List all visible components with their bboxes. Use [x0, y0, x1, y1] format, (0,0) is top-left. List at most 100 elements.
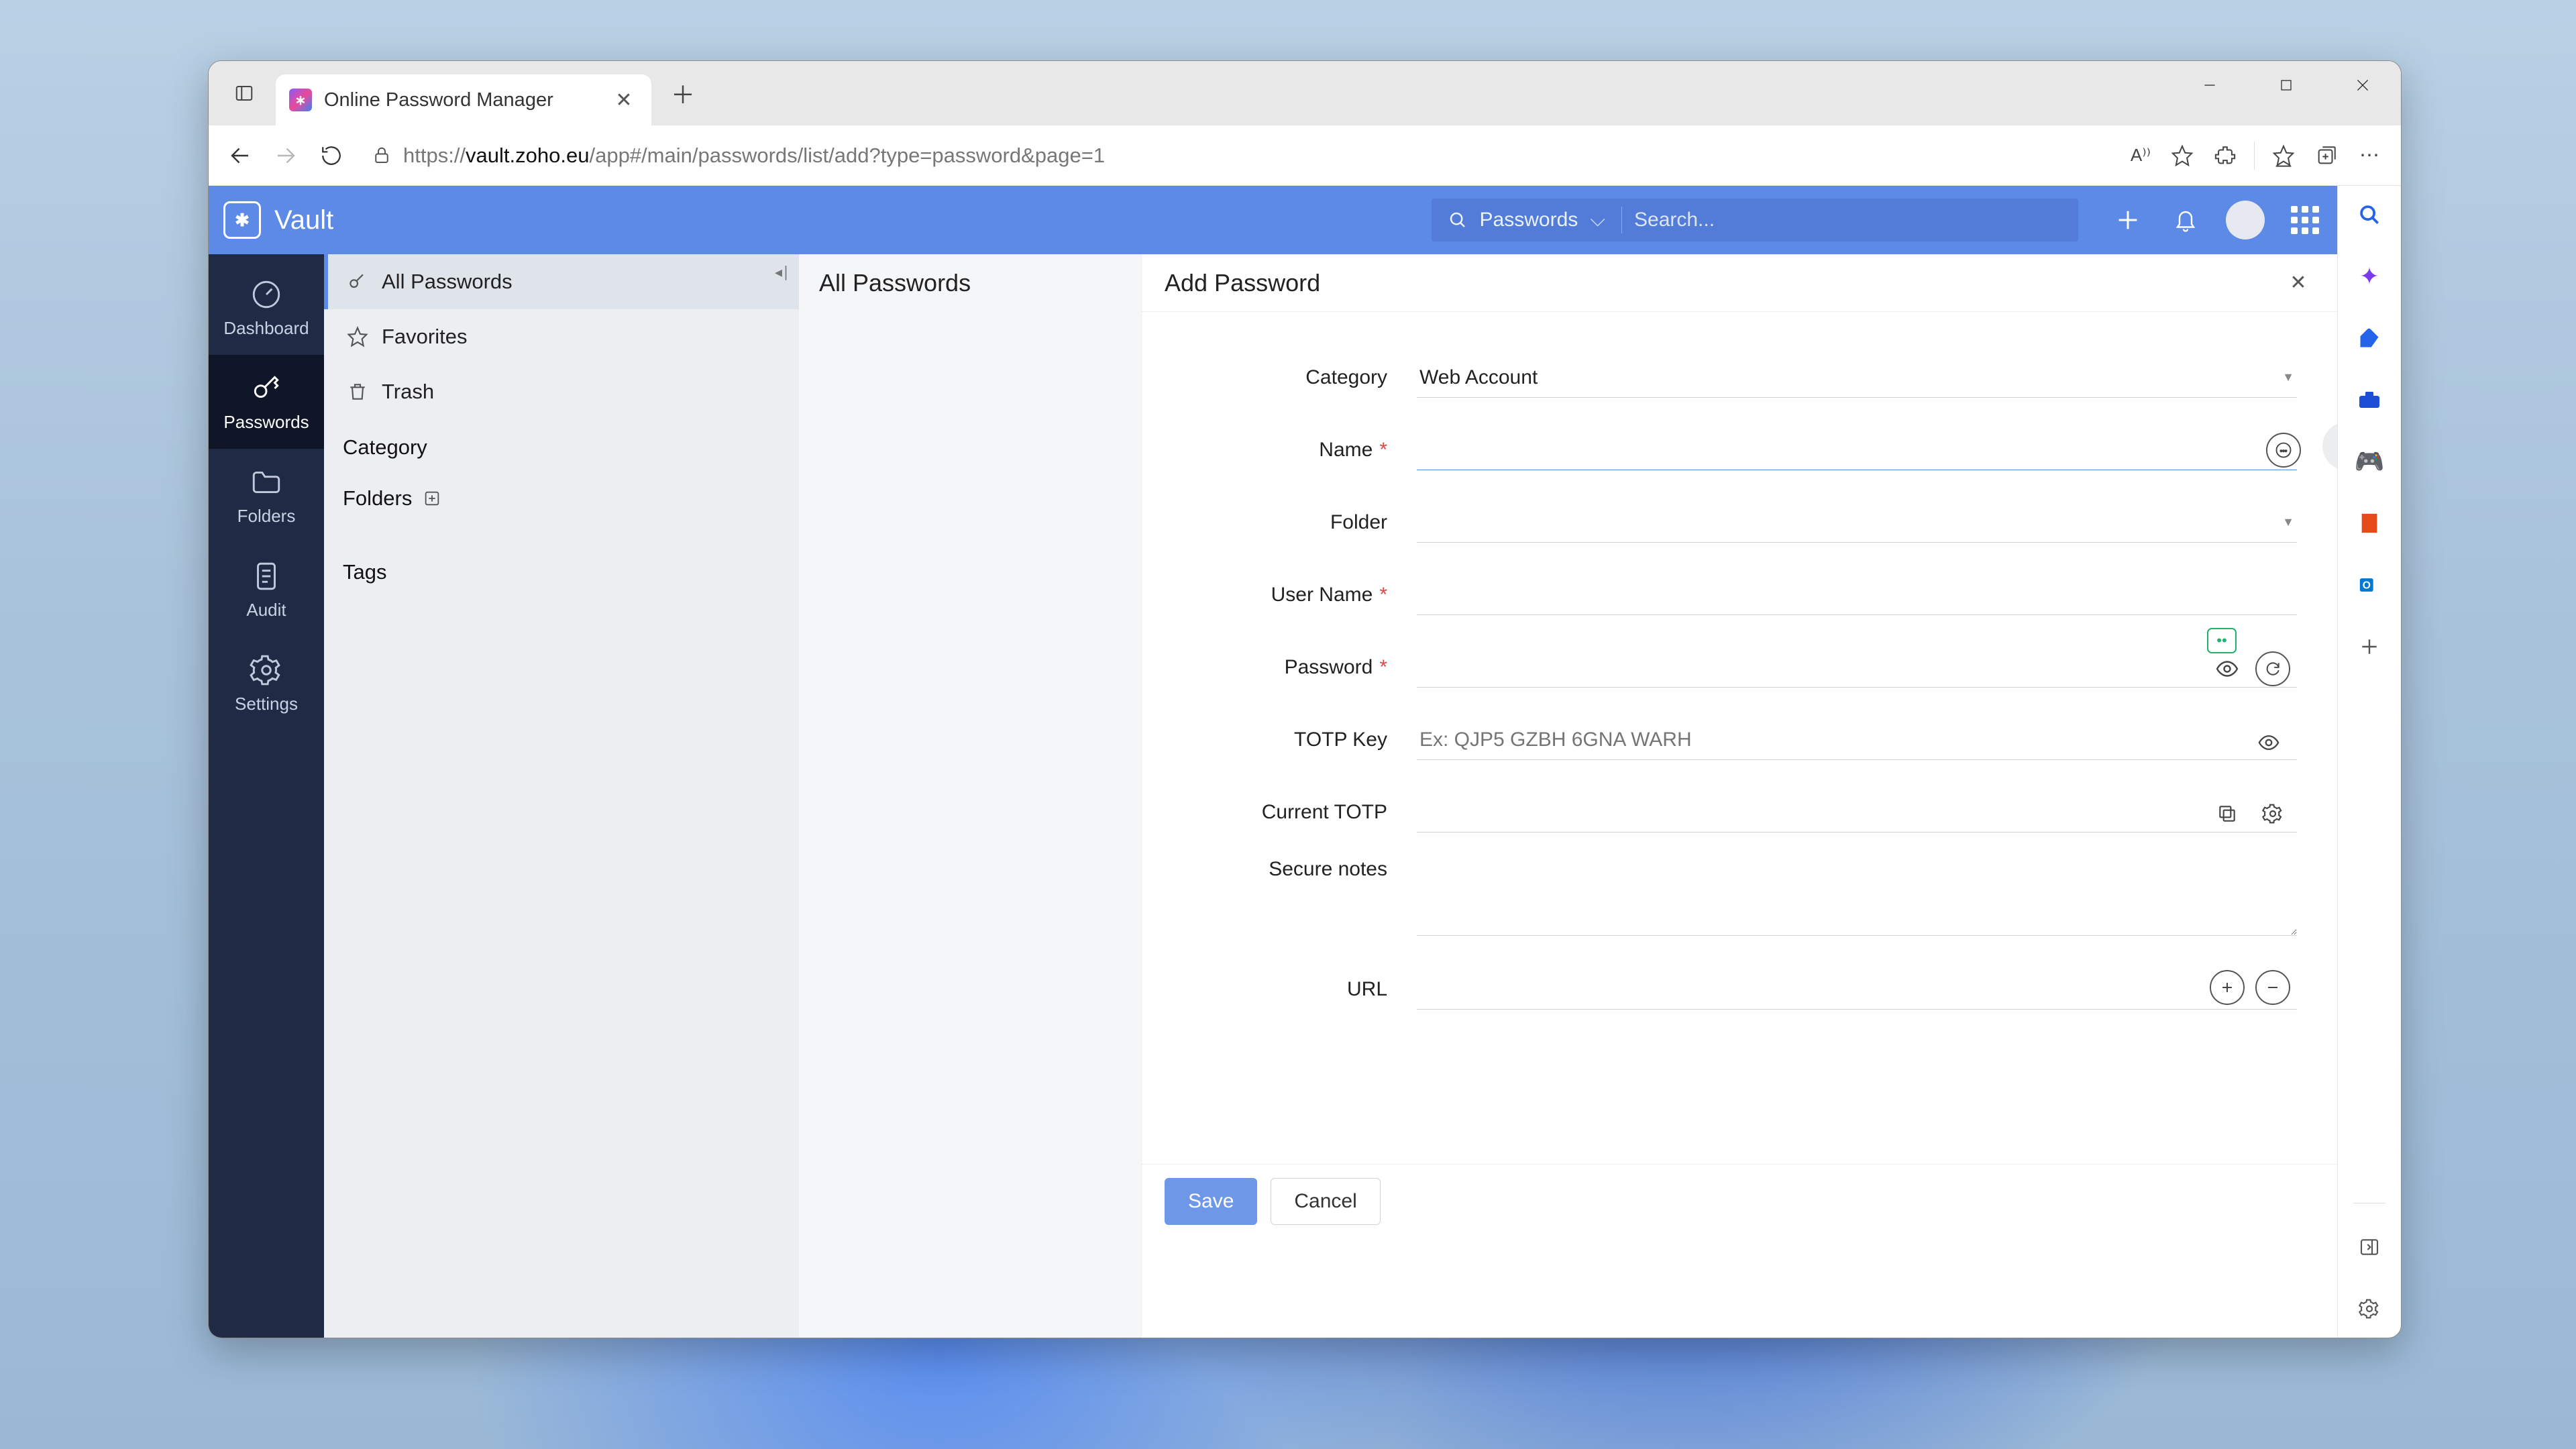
- select-category-value: Web Account: [1419, 366, 1538, 389]
- row-secure-notes: Secure notes: [1182, 849, 2297, 966]
- tab-close-button[interactable]: ✕: [610, 86, 638, 114]
- textarea-secure-notes[interactable]: [1417, 849, 2297, 936]
- user-avatar[interactable]: [2226, 201, 2265, 239]
- label-password: Password: [1285, 656, 1373, 678]
- tab-actions-button[interactable]: [225, 74, 264, 113]
- app-header: ✱ Vault Passwords ⌵: [209, 186, 2337, 254]
- input-totp-key[interactable]: [1417, 720, 2297, 760]
- add-folder-icon[interactable]: [423, 489, 441, 508]
- totp-settings-button[interactable]: [2255, 796, 2290, 831]
- subnav-category-header[interactable]: Category: [324, 425, 799, 470]
- search-input[interactable]: [1622, 199, 2078, 241]
- row-password: Password* ••: [1182, 631, 2297, 704]
- favorites-bar-button[interactable]: [2264, 136, 2303, 175]
- sidebar-outlook-icon[interactable]: O: [2351, 567, 2387, 603]
- sidebar-collapse-button[interactable]: [2351, 1229, 2387, 1265]
- row-folder: Folder ▼: [1182, 486, 2297, 559]
- subnav-folders-label: Folders: [343, 486, 412, 511]
- window-minimize-button[interactable]: [2171, 61, 2248, 109]
- subnav-favorites[interactable]: Favorites: [324, 309, 799, 364]
- show-password-button[interactable]: [2210, 651, 2245, 686]
- rail-audit[interactable]: Audit: [209, 543, 324, 637]
- nav-back-button[interactable]: [221, 136, 260, 175]
- nav-forward-button: [266, 136, 305, 175]
- search-scope-select[interactable]: Passwords ⌵: [1432, 209, 1621, 231]
- subnav-all-passwords-label: All Passwords: [382, 270, 513, 294]
- panel-close-button[interactable]: ✕: [2282, 267, 2314, 299]
- show-totp-button[interactable]: [2251, 725, 2286, 760]
- subnav-tags-header[interactable]: Tags: [324, 549, 799, 595]
- sidebar-tools-icon[interactable]: [2351, 382, 2387, 418]
- tab-favicon: ∗: [289, 89, 312, 111]
- rail-audit-label: Audit: [246, 600, 286, 621]
- read-aloud-button[interactable]: A⁾⁾: [2123, 136, 2159, 175]
- subnav-folders-header[interactable]: Folders: [324, 476, 799, 521]
- list-header: All Passwords: [819, 269, 1121, 297]
- sidebar-search-icon[interactable]: [2351, 197, 2387, 233]
- address-field[interactable]: https://vault.zoho.eu/app#/main/password…: [358, 135, 2116, 176]
- window-controls: [2171, 61, 2401, 109]
- window-close-button[interactable]: [2324, 61, 2401, 109]
- browser-tab-active[interactable]: ∗ Online Password Manager ✕: [276, 74, 651, 125]
- sidebar-sparkle-icon[interactable]: ✦: [2351, 258, 2387, 294]
- chevron-down-icon: ⌵: [1590, 209, 1605, 231]
- add-url-button[interactable]: [2210, 970, 2245, 1005]
- remove-url-button[interactable]: [2255, 970, 2290, 1005]
- rail-folders[interactable]: Folders: [209, 449, 324, 543]
- sidebar-add-button[interactable]: [2351, 629, 2387, 665]
- subnav-tags-label: Tags: [343, 560, 386, 584]
- rail-dashboard[interactable]: Dashboard: [209, 261, 324, 355]
- rail-dashboard-label: Dashboard: [223, 318, 309, 339]
- generate-password-button[interactable]: [2255, 651, 2290, 686]
- upload-logo-button[interactable]: [2322, 422, 2337, 470]
- cancel-button[interactable]: Cancel: [1271, 1178, 1380, 1225]
- select-category[interactable]: Web Account ▼: [1417, 358, 2297, 398]
- favorite-star-button[interactable]: [2163, 136, 2202, 175]
- collapse-caret-icon[interactable]: ◂∣: [775, 264, 790, 281]
- rail-settings[interactable]: Settings: [209, 637, 324, 731]
- subnav-trash[interactable]: Trash: [324, 364, 799, 419]
- collections-button[interactable]: [2307, 136, 2346, 175]
- subnav-all-passwords[interactable]: All Passwords: [324, 254, 799, 309]
- panel-header: Add Password ✕: [1142, 254, 2337, 312]
- edge-sidebar: ✦ 🎮 O: [2337, 186, 2401, 1338]
- subnav-category-label: Category: [343, 435, 427, 460]
- app-search: Passwords ⌵: [1432, 199, 2078, 241]
- output-current-totp: [1417, 793, 2297, 833]
- rail-passwords[interactable]: Passwords: [209, 355, 324, 449]
- password-list-column: All Passwords: [799, 254, 1141, 1338]
- sidebar-settings-button[interactable]: [2351, 1291, 2387, 1327]
- browser-menu-button[interactable]: ⋯: [2350, 136, 2389, 175]
- site-lock-icon[interactable]: [367, 141, 396, 170]
- add-button[interactable]: [2110, 203, 2145, 237]
- window-maximize-button[interactable]: [2248, 61, 2324, 109]
- sidebar-shopping-icon[interactable]: [2351, 320, 2387, 356]
- sidebar-office-icon[interactable]: [2351, 505, 2387, 541]
- nav-refresh-button[interactable]: [312, 136, 351, 175]
- input-password[interactable]: [1417, 648, 2297, 688]
- panel-footer: Save Cancel: [1142, 1164, 2337, 1238]
- input-username[interactable]: [1417, 576, 2297, 615]
- label-name: Name: [1319, 439, 1373, 461]
- notifications-bell-button[interactable]: [2168, 203, 2203, 237]
- vault-logo-icon: ✱: [223, 201, 261, 239]
- panel-form-scroll[interactable]: Category Web Account ▼ Name*: [1142, 312, 2337, 1164]
- new-tab-button[interactable]: ＋: [663, 74, 702, 113]
- sidebar-games-icon[interactable]: 🎮: [2351, 443, 2387, 480]
- svg-text:O: O: [2363, 580, 2371, 592]
- label-category: Category: [1182, 366, 1417, 389]
- extensions-button[interactable]: [2206, 136, 2245, 175]
- rail-folders-label: Folders: [237, 506, 296, 527]
- suggest-icon-button[interactable]: [2266, 433, 2301, 468]
- apps-grid-button[interactable]: [2288, 203, 2322, 237]
- input-url[interactable]: [1417, 970, 2297, 1010]
- sub-nav: ◂∣ All Passwords Favorites Trash Categor…: [324, 254, 799, 1338]
- copy-totp-button[interactable]: [2210, 796, 2245, 831]
- input-name[interactable]: [1417, 431, 2297, 470]
- row-username: User Name*: [1182, 559, 2297, 631]
- titlebar: ∗ Online Password Manager ✕ ＋: [209, 61, 2401, 125]
- save-button[interactable]: Save: [1165, 1178, 1257, 1225]
- select-folder[interactable]: ▼: [1417, 503, 2297, 543]
- header-right: [2110, 201, 2322, 239]
- divider: [2254, 142, 2255, 170]
